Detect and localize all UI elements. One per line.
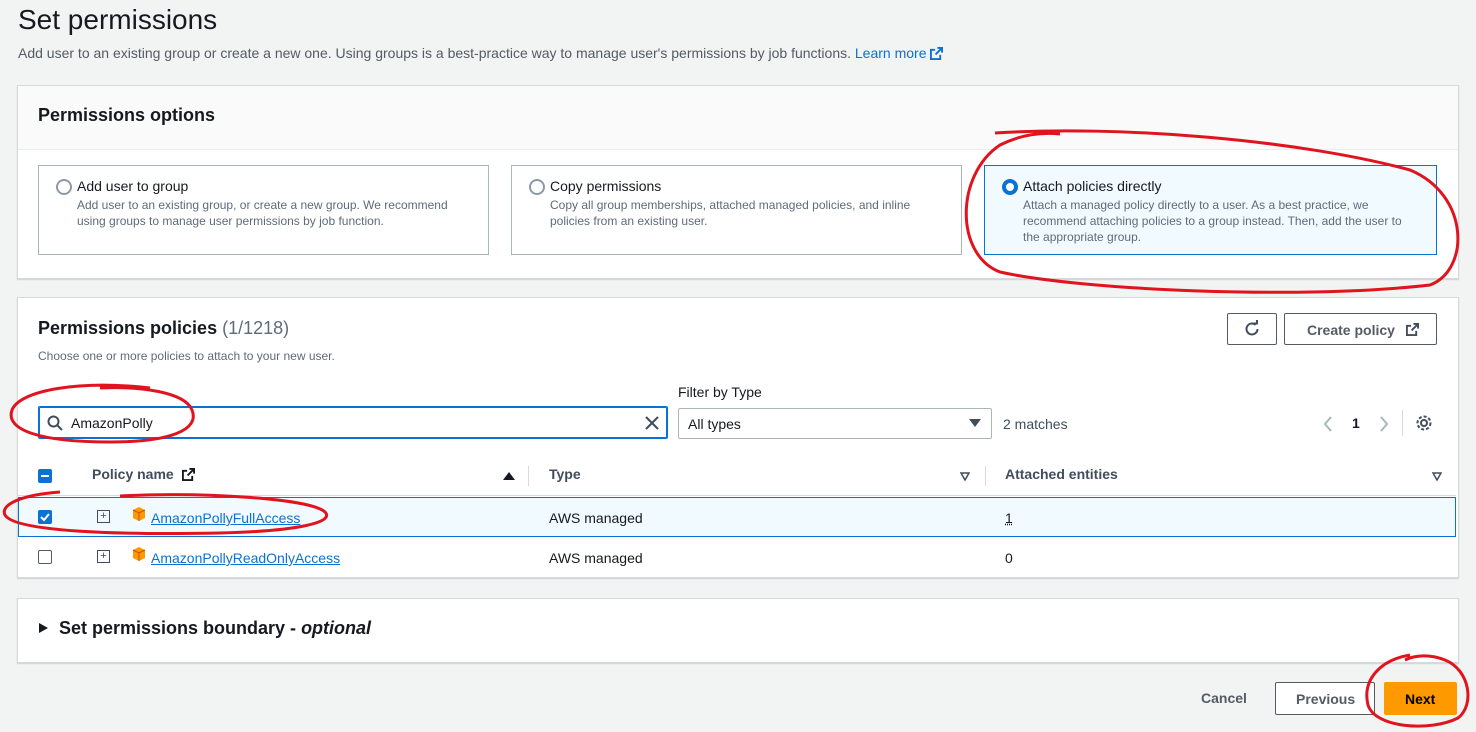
option-description: Add user to an existing group, or create…	[77, 198, 448, 228]
search-value: AmazonPolly	[71, 415, 153, 431]
previous-label: Previous	[1296, 691, 1356, 707]
chevron-right-icon[interactable]	[1379, 416, 1389, 432]
permissions-options-header	[18, 86, 1458, 150]
permissions-options-title: Permissions options	[38, 105, 216, 125]
policies-title: Permissions policies	[38, 318, 218, 338]
create-policy-label: Create policy	[1307, 322, 1395, 338]
sort-ascending-icon[interactable]	[503, 471, 515, 481]
row-checkbox[interactable]	[38, 550, 52, 564]
sort-icon[interactable]	[960, 472, 970, 481]
filter-type-select[interactable]: All types	[678, 408, 992, 439]
filter-type-label: Filter by Type	[678, 384, 762, 400]
policy-type: AWS managed	[549, 510, 643, 526]
external-link-icon	[1406, 323, 1419, 336]
previous-button[interactable]: Previous	[1275, 682, 1375, 715]
aws-managed-policy-icon	[132, 507, 146, 521]
expand-icon[interactable]: +	[97, 550, 110, 563]
column-divider	[985, 466, 986, 486]
column-header-policy-name[interactable]: Policy name	[92, 466, 195, 482]
external-link-icon	[181, 468, 195, 481]
radio-attach-policies-directly[interactable]	[1002, 179, 1018, 195]
option-attach-policies-directly[interactable]: Attach policies directly Attach a manage…	[984, 165, 1437, 255]
aws-managed-policy-icon	[132, 547, 146, 561]
pagination-divider	[1402, 410, 1403, 436]
create-policy-button[interactable]: Create policy	[1284, 313, 1437, 345]
learn-more-link[interactable]: Learn more	[855, 45, 944, 61]
search-icon	[47, 415, 63, 431]
option-copy-permissions[interactable]: Copy permissions Copy all group membersh…	[511, 165, 962, 255]
option-label: Copy permissions	[550, 178, 662, 194]
page-title: Set permissions	[18, 4, 218, 35]
clear-icon[interactable]	[644, 415, 660, 431]
indeterminate-mark	[41, 475, 49, 477]
policy-type: AWS managed	[549, 550, 643, 566]
expand-icon[interactable]: +	[97, 510, 110, 523]
policies-subtitle: Choose one or more policies to attach to…	[38, 349, 335, 363]
match-count: 2 matches	[1003, 416, 1068, 432]
permissions-boundary-title[interactable]: Set permissions boundary - optional	[59, 618, 371, 639]
caret-right-icon[interactable]	[39, 623, 48, 633]
boundary-optional: optional	[301, 618, 372, 638]
table-header-row	[18, 456, 1456, 496]
attached-entities-count: 0	[1005, 550, 1013, 566]
radio-add-user-to-group[interactable]	[56, 179, 72, 195]
policy-search-input[interactable]: AmazonPolly	[38, 406, 668, 439]
column-divider	[528, 466, 529, 486]
column-header-type[interactable]: Type	[549, 466, 581, 482]
next-button[interactable]: Next	[1384, 682, 1457, 715]
boundary-title-text: Set permissions boundary -	[59, 618, 302, 638]
policy-name-link[interactable]: AmazonPollyFullAccess	[151, 510, 300, 526]
column-header-attached-entities[interactable]: Attached entities	[1005, 466, 1118, 482]
row-checkbox[interactable]	[38, 510, 52, 524]
policy-name-link[interactable]: AmazonPollyReadOnlyAccess	[151, 550, 340, 566]
option-label: Add user to group	[77, 178, 189, 194]
refresh-button[interactable]	[1227, 313, 1277, 345]
sort-icon[interactable]	[1432, 472, 1442, 481]
page-description-text: Add user to an existing group or create …	[18, 45, 851, 61]
option-add-user-to-group[interactable]: Add user to group Add user to an existin…	[38, 165, 489, 255]
filter-type-value: All types	[688, 416, 741, 432]
caret-down-icon	[969, 419, 981, 427]
page-description: Add user to an existing group or create …	[18, 45, 944, 61]
policies-count: (1/1218)	[222, 318, 290, 338]
learn-more-label: Learn more	[854, 45, 927, 61]
chevron-left-icon[interactable]	[1323, 416, 1333, 432]
refresh-icon	[1245, 320, 1259, 336]
attached-entities-count[interactable]: 1	[1005, 510, 1013, 526]
external-link-icon	[930, 47, 944, 60]
option-description: Copy all group memberships, attached man…	[550, 198, 911, 228]
option-label: Attach policies directly	[1023, 178, 1162, 194]
next-label: Next	[1405, 691, 1436, 707]
select-all-checkbox[interactable]	[38, 469, 52, 483]
cancel-button[interactable]: Cancel	[1201, 690, 1247, 706]
column-label: Policy name	[92, 466, 174, 482]
radio-copy-permissions[interactable]	[529, 179, 545, 195]
checkmark-icon	[40, 513, 50, 522]
page-number[interactable]: 1	[1352, 415, 1360, 431]
option-description: Attach a managed policy directly to a us…	[1023, 198, 1402, 244]
gear-icon[interactable]	[1415, 414, 1433, 432]
policies-heading: Permissions policies (1/1218)	[38, 318, 289, 339]
